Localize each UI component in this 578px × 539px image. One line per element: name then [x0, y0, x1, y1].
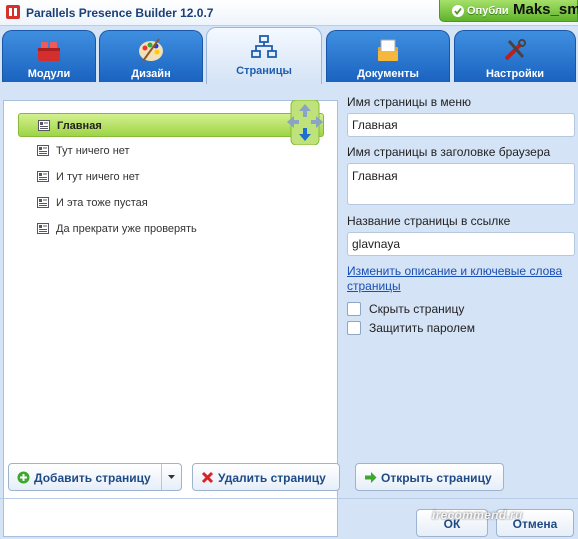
tab-settings[interactable]: Настройки [454, 30, 576, 82]
edit-meta-link[interactable]: Изменить описание и ключевые слова стран… [347, 264, 572, 294]
page-icon [37, 145, 49, 156]
page-label: Тут ничего нет [56, 145, 130, 157]
browser-title-label: Имя страницы в заголовке браузера [347, 145, 551, 159]
hide-page-checkbox[interactable] [347, 302, 361, 316]
main-tabs: Модули Дизайн Страницы Документы Настрой… [0, 27, 578, 84]
tab-modules[interactable]: Модули [2, 30, 96, 82]
page-item[interactable]: И тут ничего нет [18, 165, 324, 189]
page-label: И тут ничего нет [56, 171, 140, 183]
link-name-input[interactable] [347, 232, 575, 256]
password-label: Защитить паролем [369, 321, 475, 335]
divider [0, 498, 578, 499]
pages-sitemap-icon [251, 35, 277, 58]
delete-x-icon [201, 471, 214, 484]
add-page-label: Добавить страницу [34, 471, 151, 485]
add-icon [17, 471, 30, 484]
delete-page-button[interactable]: Удалить страницу [192, 463, 340, 491]
add-page-dropdown[interactable] [161, 464, 181, 490]
design-palette-icon [139, 38, 163, 62]
link-name-label: Название страницы в ссылке [347, 214, 511, 228]
page-item-glavnaya[interactable]: Главная [18, 113, 324, 137]
pages-panel: Главная Тут ничего нет И тут ничего нет [0, 84, 578, 539]
parallels-logo-icon [6, 5, 20, 19]
page-item[interactable]: И эта тоже пустая [18, 191, 324, 215]
tab-pages[interactable]: Страницы [206, 27, 322, 84]
tab-label: Дизайн [131, 68, 171, 80]
hide-page-label: Скрыть страницу [369, 302, 465, 316]
password-checkbox[interactable] [347, 321, 361, 335]
tab-label: Модули [27, 68, 71, 80]
page-label: Главная [57, 120, 102, 132]
menu-name-input[interactable] [347, 113, 575, 137]
watermark: irecommend.ru [432, 508, 523, 522]
open-page-button[interactable]: Открыть страницу [355, 463, 504, 491]
publish-button-label: Опубли [467, 5, 509, 17]
tab-label: Настройки [485, 68, 545, 80]
menu-name-label: Имя страницы в меню [347, 95, 471, 109]
tab-documents[interactable]: Документы [326, 30, 450, 82]
browser-title-textarea[interactable]: Главная [347, 163, 575, 205]
settings-tools-icon [504, 39, 526, 61]
app-title: Parallels Presence Builder 12.0.7 [26, 6, 214, 20]
move-arrows-icon[interactable] [287, 100, 323, 145]
page-icon [37, 223, 49, 234]
documents-icon [378, 39, 398, 61]
chevron-down-icon [168, 475, 175, 479]
username: Maks_sm [513, 1, 578, 18]
page-icon [37, 197, 49, 208]
page-label: И эта тоже пустая [56, 197, 148, 209]
modules-icon [38, 42, 60, 61]
add-page-button[interactable]: Добавить страницу [8, 463, 182, 491]
page-icon [37, 171, 49, 182]
page-item[interactable]: Тут ничего нет [18, 139, 324, 163]
page-item[interactable]: Да прекрати уже проверять [18, 217, 324, 241]
open-page-label: Открыть страницу [381, 471, 492, 485]
tab-design[interactable]: Дизайн [99, 30, 203, 82]
delete-page-label: Удалить страницу [218, 471, 326, 485]
tab-label: Документы [357, 68, 419, 80]
page-icon [38, 120, 50, 131]
title-bar: Parallels Presence Builder 12.0.7 Опубли… [0, 0, 578, 26]
tab-label: Страницы [236, 65, 292, 77]
arrow-right-icon [365, 472, 377, 483]
page-label: Да прекрати уже проверять [56, 223, 197, 235]
check-icon [452, 5, 464, 17]
